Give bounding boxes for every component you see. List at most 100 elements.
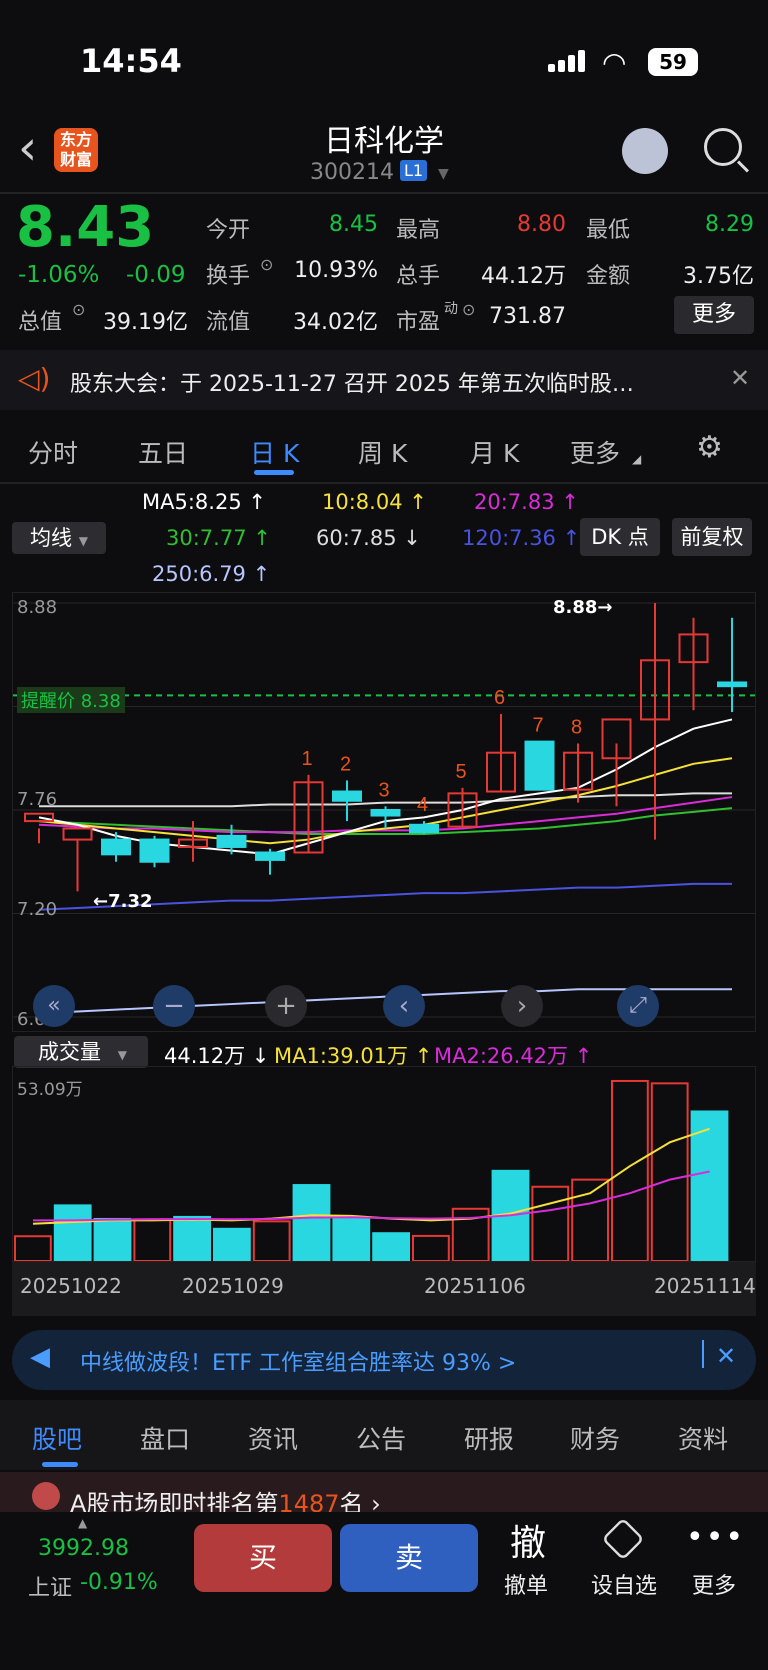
zoom-in-icon[interactable]: + xyxy=(265,985,307,1027)
tab-pankou[interactable]: 盘口 xyxy=(140,1420,190,1456)
tab-more[interactable]: 更多 xyxy=(570,434,620,470)
tab-intraday[interactable]: 分时 xyxy=(28,434,78,470)
info-tabs: 股吧 盘口 资讯 公告 研报 财务 资料 xyxy=(0,1400,768,1470)
ma20-value: 20:7.83 ↑ xyxy=(474,490,579,514)
sequence-number: 2 xyxy=(340,753,351,775)
more-dots-icon[interactable]: ••• xyxy=(686,1520,743,1555)
volume-selector-label: 成交量 xyxy=(38,1040,101,1064)
notice-bar[interactable]: ◁) 股东大会：于 2025-11-27 召开 2025 年第五次临时股… ✕ xyxy=(0,350,768,410)
tab-guba[interactable]: 股吧 xyxy=(32,1420,82,1456)
tab-profile[interactable]: 资料 xyxy=(678,1420,728,1456)
low-value: 8.29 xyxy=(705,212,754,237)
battery-icon: 59 xyxy=(648,48,698,76)
tab-daily-k[interactable]: 日 K xyxy=(250,434,299,470)
pe-sup: 动 xyxy=(444,301,458,317)
low-annotation: ←7.32 xyxy=(93,891,153,912)
candle-body xyxy=(101,838,131,856)
tab-finance[interactable]: 财务 xyxy=(570,1420,620,1456)
cancel-order-label[interactable]: 撤单 xyxy=(494,1568,558,1600)
volume-bar xyxy=(213,1227,251,1262)
sequence-number: 5 xyxy=(456,761,467,783)
volume-value: 44.12万 xyxy=(481,264,566,289)
cancel-icon[interactable]: 撤 xyxy=(500,1514,556,1566)
divider xyxy=(702,1340,704,1368)
add-watchlist-label[interactable]: 设自选 xyxy=(584,1568,664,1600)
volume-bar xyxy=(611,1079,649,1262)
ma-selector-label: 均线 xyxy=(30,526,73,550)
search-icon[interactable] xyxy=(704,128,742,166)
tab-monthly-k[interactable]: 月 K xyxy=(470,434,519,470)
ma-selector[interactable]: 均线 ▼ xyxy=(12,522,106,554)
info-icon[interactable]: ⊙ xyxy=(462,300,475,319)
dk-point-button[interactable]: DK 点 xyxy=(580,518,660,556)
volume-label: 总手 xyxy=(396,264,441,289)
volume-bar xyxy=(173,1215,211,1262)
adjust-button[interactable]: 前复权 xyxy=(672,518,752,556)
rank-icon xyxy=(32,1482,60,1510)
candle-body xyxy=(524,740,555,791)
candle-body xyxy=(62,827,93,841)
zoom-out-far-icon[interactable]: « xyxy=(33,985,75,1027)
y-label-low: 7.20 xyxy=(17,899,58,920)
volume-bar xyxy=(650,1082,689,1263)
close-icon[interactable]: ✕ xyxy=(730,364,750,392)
volume-bar xyxy=(292,1184,331,1262)
caret-icon: ◢ xyxy=(632,452,642,466)
sequence-number: 4 xyxy=(417,794,428,816)
open-value: 8.45 xyxy=(329,212,378,237)
promo-text: 中线做波段！ETF 工作室组合胜率达 93% > xyxy=(80,1351,517,1376)
candlestick-svg: 1 2 3 4 5 6 7 8 xyxy=(13,602,755,1018)
tab-research[interactable]: 研报 xyxy=(464,1420,514,1456)
chart-tabs: 分时 五日 日 K 周 K 月 K 更多 ◢ ⚙ xyxy=(0,418,768,482)
promo-banner[interactable]: ◀ 中线做波段！ETF 工作室组合胜率达 93% > ✕ xyxy=(12,1330,756,1390)
ma30-value: 30:7.77 ↑ xyxy=(166,526,271,550)
change-pct: -1.06% xyxy=(18,262,100,288)
tab-announcements[interactable]: 公告 xyxy=(356,1420,406,1456)
level-badge[interactable]: L1 xyxy=(400,160,428,181)
volume-selector[interactable]: 成交量 ▼ xyxy=(14,1036,148,1068)
tab-five-day[interactable]: 五日 xyxy=(138,434,188,470)
index-value: 3992.98 xyxy=(38,1536,129,1561)
fullscreen-icon[interactable]: ⤢ xyxy=(617,985,659,1027)
pan-right-icon[interactable]: › xyxy=(501,985,543,1027)
zoom-out-icon[interactable]: − xyxy=(153,985,195,1027)
candle-body xyxy=(255,851,285,861)
sell-button[interactable]: 卖 xyxy=(340,1524,478,1592)
more-button[interactable]: 更多 xyxy=(674,296,754,334)
turnover-value: 10.93% xyxy=(294,258,378,283)
volume-bar xyxy=(93,1217,132,1263)
robot-assistant-icon[interactable] xyxy=(622,128,668,174)
candlestick-chart[interactable]: 12345678 8.88 提醒价 8.38 7.76 7.20 6.64 8.… xyxy=(12,592,756,1032)
volume-bar xyxy=(53,1204,92,1262)
candle-body xyxy=(370,809,401,817)
date-label: 20251022 xyxy=(20,1274,122,1298)
candle-body xyxy=(717,681,747,688)
volume-bar xyxy=(531,1185,570,1262)
mktcap-label: 总值 xyxy=(18,310,63,335)
chevron-down-icon[interactable]: ▼ xyxy=(438,166,449,182)
tab-news[interactable]: 资讯 xyxy=(248,1420,298,1456)
change-value: -0.09 xyxy=(126,262,186,288)
high-annotation: 8.88→ xyxy=(553,597,613,618)
rank-bar[interactable]: A股市场即时排名第1487名 › xyxy=(0,1472,768,1518)
info-icon[interactable]: ⊙ xyxy=(72,300,85,319)
last-price: 8.43 xyxy=(16,195,155,260)
pan-left-icon[interactable]: ‹ xyxy=(383,985,425,1027)
alert-price-label: 提醒价 8.38 xyxy=(17,687,125,713)
amount-value: 3.75亿 xyxy=(683,264,754,289)
mktcap-value: 39.19亿 xyxy=(103,310,188,335)
gear-icon[interactable]: ⚙ xyxy=(696,430,723,465)
info-icon[interactable]: ⊙ xyxy=(260,255,273,274)
date-label: 20251029 xyxy=(182,1274,284,1298)
candle-body xyxy=(332,790,362,802)
close-icon[interactable]: ✕ xyxy=(716,1342,736,1370)
volume-chart[interactable]: 53.09万 xyxy=(12,1066,756,1263)
sequence-number: 3 xyxy=(379,779,390,801)
more-label[interactable]: 更多 xyxy=(686,1568,742,1600)
tab-weekly-k[interactable]: 周 K xyxy=(358,434,407,470)
buy-button[interactable]: 买 xyxy=(194,1524,332,1592)
status-time: 14:54 xyxy=(80,42,182,80)
candle-body xyxy=(409,823,439,834)
open-label: 今开 xyxy=(206,218,251,243)
ma250-value: 250:6.79 ↑ xyxy=(152,562,271,586)
